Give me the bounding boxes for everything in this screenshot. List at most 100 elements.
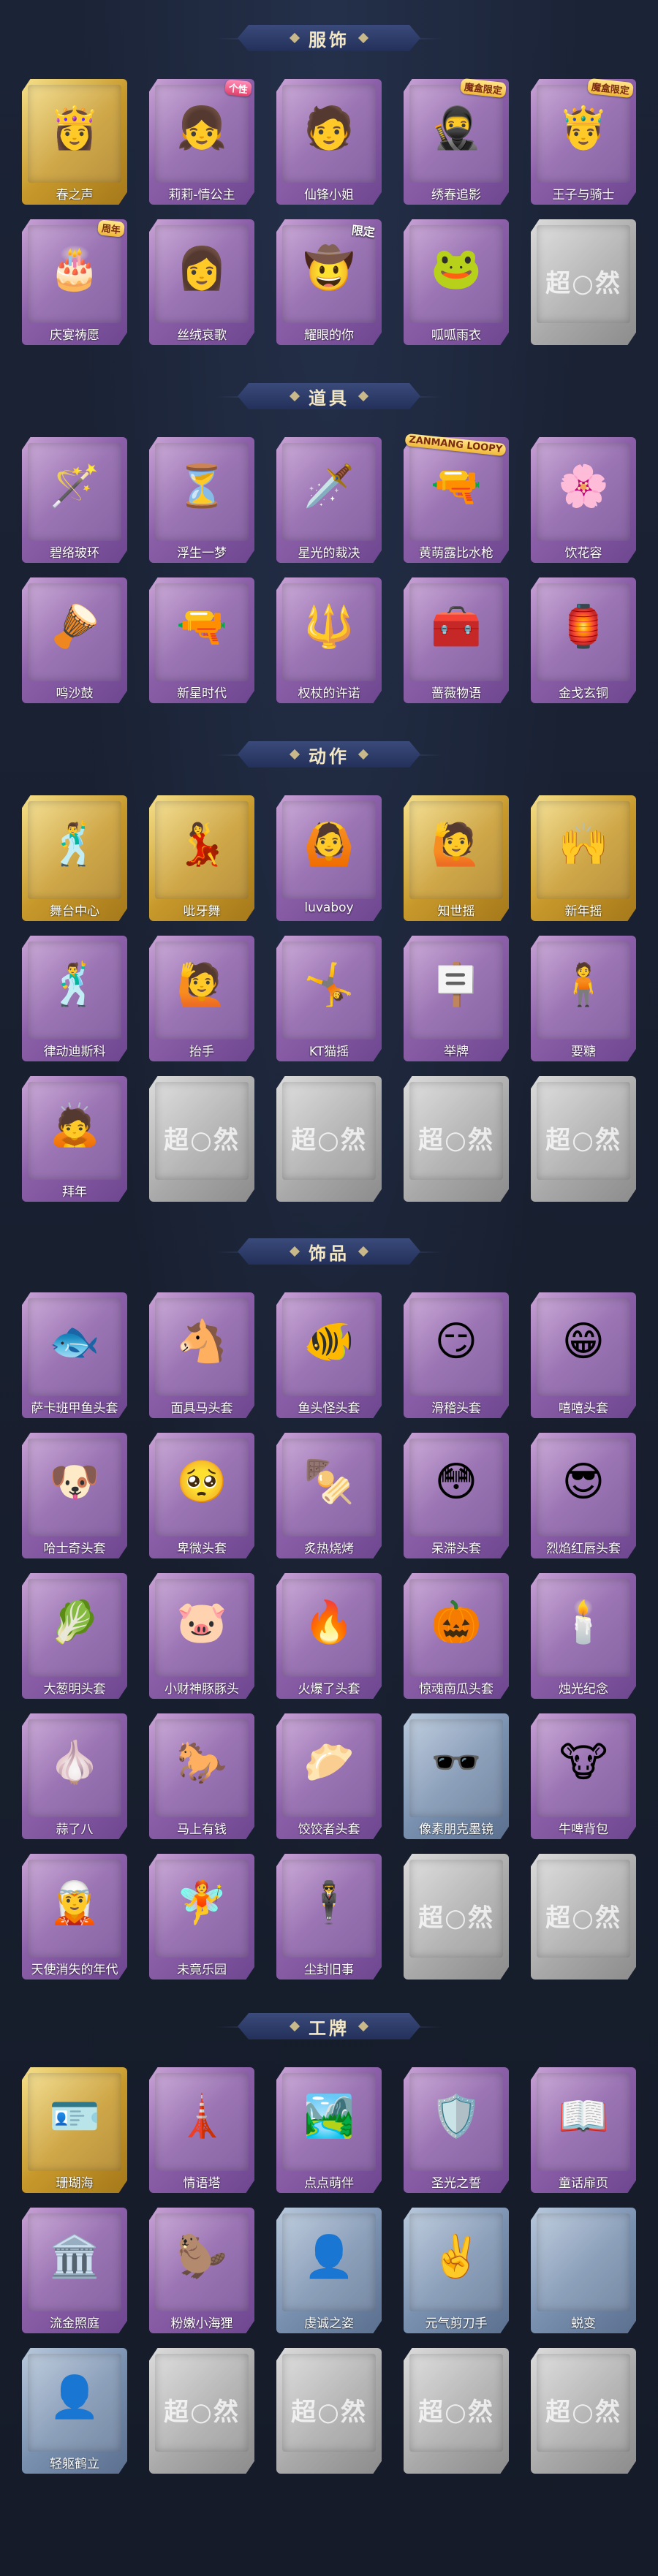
item-card[interactable]: 🔱 权杖的许诺 [276, 577, 382, 703]
item-card[interactable]: 🐶 哈士奇头套 [22, 1433, 127, 1558]
item-card[interactable]: 🕴️ 尘封旧事 [276, 1854, 382, 1980]
item-card[interactable]: 超○然 [404, 1076, 509, 1202]
item-card[interactable]: 🧝 天使消失的年代 [22, 1854, 127, 1980]
item-card[interactable]: 🐎 马上有钱 [149, 1713, 254, 1839]
item-card[interactable]: 🔥 火爆了头套 [276, 1573, 382, 1699]
item-card[interactable]: 🔫 ZANMANG LOOPY 黄萌露比水枪 [404, 433, 509, 563]
item-card[interactable]: 🤠 限定 耀眼的你 [276, 219, 382, 345]
item-icon: 🐸 [431, 245, 482, 292]
item-card[interactable]: 🐮 牛啤背包 [531, 1713, 636, 1839]
item-icon: 🐶 [49, 1458, 100, 1506]
item-card[interactable]: 🙇 拜年 [22, 1076, 127, 1202]
item-label [404, 1959, 509, 1975]
item-card[interactable]: 🙋 抬手 [149, 936, 254, 1061]
item-card[interactable]: 🕯️ 烛光纪念 [531, 1573, 636, 1699]
item-card[interactable]: 🤴 魔盒限定 王子与骑士 [531, 77, 636, 205]
placeholder-watermark: 超○然 [545, 2398, 621, 2427]
item-icon: 🦫 [176, 2233, 227, 2281]
item-card[interactable]: 🎃 惊魂南瓜头套 [404, 1573, 509, 1699]
item-card[interactable]: 🧚 未竟乐园 [149, 1854, 254, 1980]
item-card[interactable]: 🕺 律动迪斯科 [22, 936, 127, 1061]
section-header: 服饰 [216, 20, 442, 56]
item-icon: 🏮 [558, 603, 609, 651]
item-card[interactable]: 🗡️ 星光的裁决 [276, 437, 382, 563]
item-card[interactable]: 🧄 蒜了八 [22, 1713, 127, 1839]
item-label: KT猫摇 [309, 1045, 349, 1057]
item-card[interactable]: 🙌 新年摇 [531, 795, 636, 921]
item-card[interactable]: 🙋 知世摇 [404, 795, 509, 921]
item-card[interactable]: 🐠 鱼头怪头套 [276, 1292, 382, 1418]
item-card[interactable]: 🔫 新星时代 [149, 577, 254, 703]
section-accessories: 饰品 🐟 萨卡班甲鱼头套 🐴 面具马头套 🐠 鱼头怪头套 😏 滑稽头套 😁 嘻嘻头套 🐶 哈士奇头套 🥺… [0, 1234, 658, 1994]
item-card[interactable]: 🏮 金戈玄铜 [531, 577, 636, 703]
item-icon: 👤 [303, 2233, 355, 2281]
item-label: 新星时代 [177, 686, 227, 699]
item-card[interactable]: ⏳ 浮生一梦 [149, 437, 254, 563]
item-card[interactable]: 🍢 炙热烧烤 [276, 1433, 382, 1558]
item-card[interactable]: 👤 轻躯鹤立 [22, 2348, 127, 2474]
item-card[interactable]: 🥺 卑微头套 [149, 1433, 254, 1558]
item-card[interactable]: 🥬 大葱明头套 [22, 1573, 127, 1699]
item-card[interactable]: 超○然 [531, 1076, 636, 1202]
item-card[interactable]: 😁 嘻嘻头套 [531, 1292, 636, 1418]
item-card[interactable]: 🎂 周年 庆宴祷愿 [22, 219, 127, 345]
item-icon: 🙌 [558, 821, 609, 868]
item-label [404, 2453, 509, 2469]
item-card[interactable]: 🌸 饮花容 [531, 437, 636, 563]
item-icon: 🐷 [176, 1599, 227, 1646]
item-card[interactable]: 🧍 要糖 [531, 936, 636, 1061]
item-card[interactable]: 🪧 举牌 [404, 936, 509, 1061]
item-card[interactable]: 🪪 珊瑚海 [22, 2067, 127, 2193]
item-card[interactable]: 🪄 碧络玻环 [22, 437, 127, 563]
placeholder-watermark: 超○然 [545, 1126, 621, 1155]
item-card[interactable]: 💃 呲牙舞 [149, 795, 254, 921]
item-card[interactable]: 超○然 [531, 2348, 636, 2474]
item-card[interactable]: 超○然 [276, 1076, 382, 1202]
item-icon: 🙇 [49, 1102, 100, 1149]
item-card[interactable]: 🙆 luvaboy [276, 795, 382, 921]
item-card[interactable]: 蜕变 [531, 2208, 636, 2333]
item-card[interactable]: 📖 童话扉页 [531, 2067, 636, 2193]
item-label: 新年摇 [564, 904, 602, 917]
item-icon: 🔱 [303, 603, 355, 651]
item-label: 呱呱雨衣 [431, 328, 481, 341]
item-card[interactable]: 🧑 仙锋小姐 [276, 79, 382, 205]
item-card[interactable]: 😳 呆滞头套 [404, 1433, 509, 1558]
item-card[interactable]: 超○然 [149, 1076, 254, 1202]
item-card[interactable]: 😏 滑稽头套 [404, 1292, 509, 1418]
item-icon: 🔫 [176, 603, 227, 651]
item-card[interactable]: 😎 烈焰红唇头套 [531, 1433, 636, 1558]
item-card[interactable]: 🛡️ 圣光之誓 [404, 2067, 509, 2193]
item-card[interactable]: 超○然 [276, 2348, 382, 2474]
item-card[interactable]: 🧰 蔷薇物语 [404, 577, 509, 703]
item-card[interactable]: 👤 虔诚之姿 [276, 2208, 382, 2333]
item-card[interactable]: 超○然 [404, 1854, 509, 1980]
item-label [276, 1181, 382, 1197]
item-card[interactable]: 超○然 [149, 2348, 254, 2474]
placeholder-watermark: 超○然 [545, 1903, 621, 1933]
item-card[interactable]: 👧 个性 莉莉-情公主 [149, 79, 254, 205]
item-card[interactable]: ✌️ 元气剪刀手 [404, 2208, 509, 2333]
item-card[interactable]: 超○然 [531, 1854, 636, 1980]
item-icon: 🤸 [303, 961, 355, 1009]
item-card[interactable]: 🪘 鸣沙鼓 [22, 577, 127, 703]
item-card[interactable]: 🐴 面具马头套 [149, 1292, 254, 1418]
item-card[interactable]: 🦫 粉嫩小海狸 [149, 2208, 254, 2333]
item-card[interactable]: 🐸 呱呱雨衣 [404, 219, 509, 345]
item-card[interactable]: 🥷 魔盒限定 绣春追影 [404, 77, 509, 205]
item-card[interactable]: 🏞️ 点点萌伴 [276, 2067, 382, 2193]
item-card[interactable]: 🤸 KT猫摇 [276, 936, 382, 1061]
item-card[interactable]: 🕶️ 像素朋克墨镜 [404, 1713, 509, 1839]
item-card[interactable]: 🐷 小财神豚豚头 [149, 1573, 254, 1699]
item-card[interactable]: 🕺 舞台中心 [22, 795, 127, 921]
item-card[interactable]: 👸 春之声 [22, 79, 127, 205]
item-card[interactable]: 🗼 情语塔 [149, 2067, 254, 2193]
item-card[interactable]: 🐟 萨卡班甲鱼头套 [22, 1292, 127, 1418]
item-card[interactable]: 超○然 [404, 2348, 509, 2474]
item-card[interactable]: 🥟 饺饺者头套 [276, 1713, 382, 1839]
item-card[interactable]: 🏛️ 流金照庭 [22, 2208, 127, 2333]
item-label: 虔诚之姿 [304, 2316, 354, 2329]
item-label: 情语塔 [183, 2176, 221, 2189]
item-card[interactable]: 👩 丝绒哀歌 [149, 219, 254, 345]
item-card[interactable]: 超○然 [531, 219, 636, 345]
